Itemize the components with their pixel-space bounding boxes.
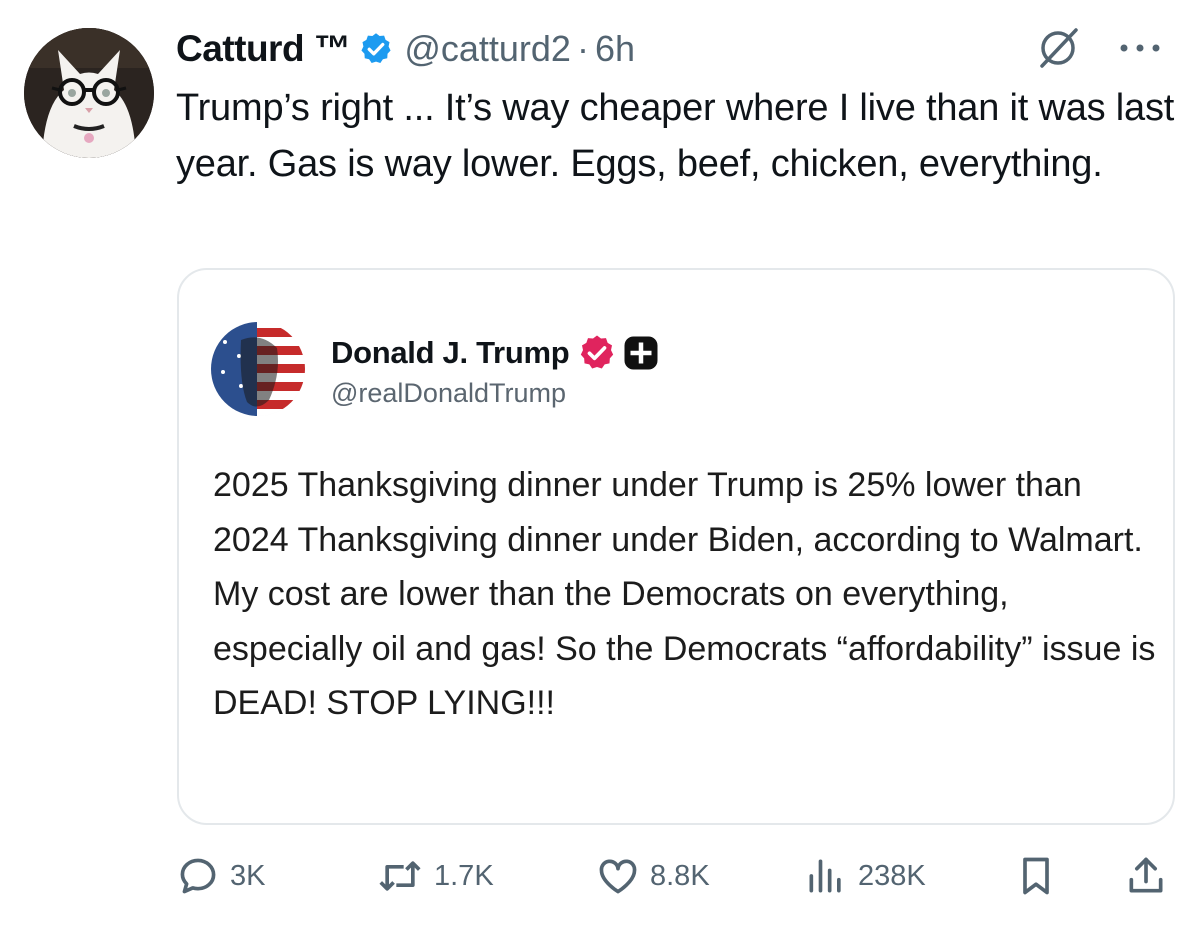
grok-icon[interactable] [1036, 26, 1080, 70]
share-icon [1129, 857, 1163, 893]
like-icon [599, 859, 637, 894]
tweet-time[interactable]: 6h [595, 28, 635, 69]
quoted-author-handle[interactable]: @realDonaldTrump [331, 378, 566, 409]
repost-count: 1.7K [434, 859, 494, 892]
views-count: 238K [858, 859, 926, 892]
like-button[interactable]: 8.8K [596, 848, 710, 904]
reply-count: 3K [230, 859, 266, 892]
quoted-author-name[interactable]: Donald J. Trump [331, 335, 570, 371]
verified-badge-icon [577, 333, 617, 373]
quoted-post-text: 2025 Thanksgiving dinner under Trump is … [213, 466, 1156, 722]
tweet-text: Trump’s right ... It’s way cheaper where… [176, 87, 1175, 185]
tweet-header: Catturd ™ @catturd2 · 6h [176, 24, 635, 74]
verified-badge-icon[interactable] [358, 31, 394, 67]
bookmark-button[interactable] [1014, 848, 1058, 904]
views-icon [809, 859, 841, 893]
author-avatar[interactable] [24, 28, 154, 158]
repost-button[interactable]: 1.7K [376, 848, 494, 904]
reply-button[interactable]: 3K [176, 848, 265, 904]
more-dots-icon[interactable] [1112, 30, 1168, 66]
author-handle[interactable]: @catturd2 [404, 28, 571, 69]
repost-icon [379, 861, 421, 891]
share-button[interactable] [1124, 848, 1168, 904]
separator: · [576, 28, 589, 69]
reply-icon [180, 858, 216, 894]
bookmark-icon [1023, 857, 1049, 895]
action-bar: 3K 1.7K 8.8K 238K [0, 848, 1200, 904]
views-button[interactable]: 238K [804, 848, 926, 904]
handle-and-time: @catturd2 · 6h [404, 28, 635, 70]
quoted-post-card[interactable]: Donald J. Trump @realDonaldTrump 2025 Th… [177, 268, 1175, 825]
author-name[interactable]: Catturd ™ [176, 28, 351, 70]
like-count: 8.8K [650, 859, 710, 892]
quoted-header: Donald J. Trump [331, 332, 659, 374]
plus-badge-icon [623, 335, 659, 371]
quoted-author-avatar[interactable] [211, 322, 305, 416]
